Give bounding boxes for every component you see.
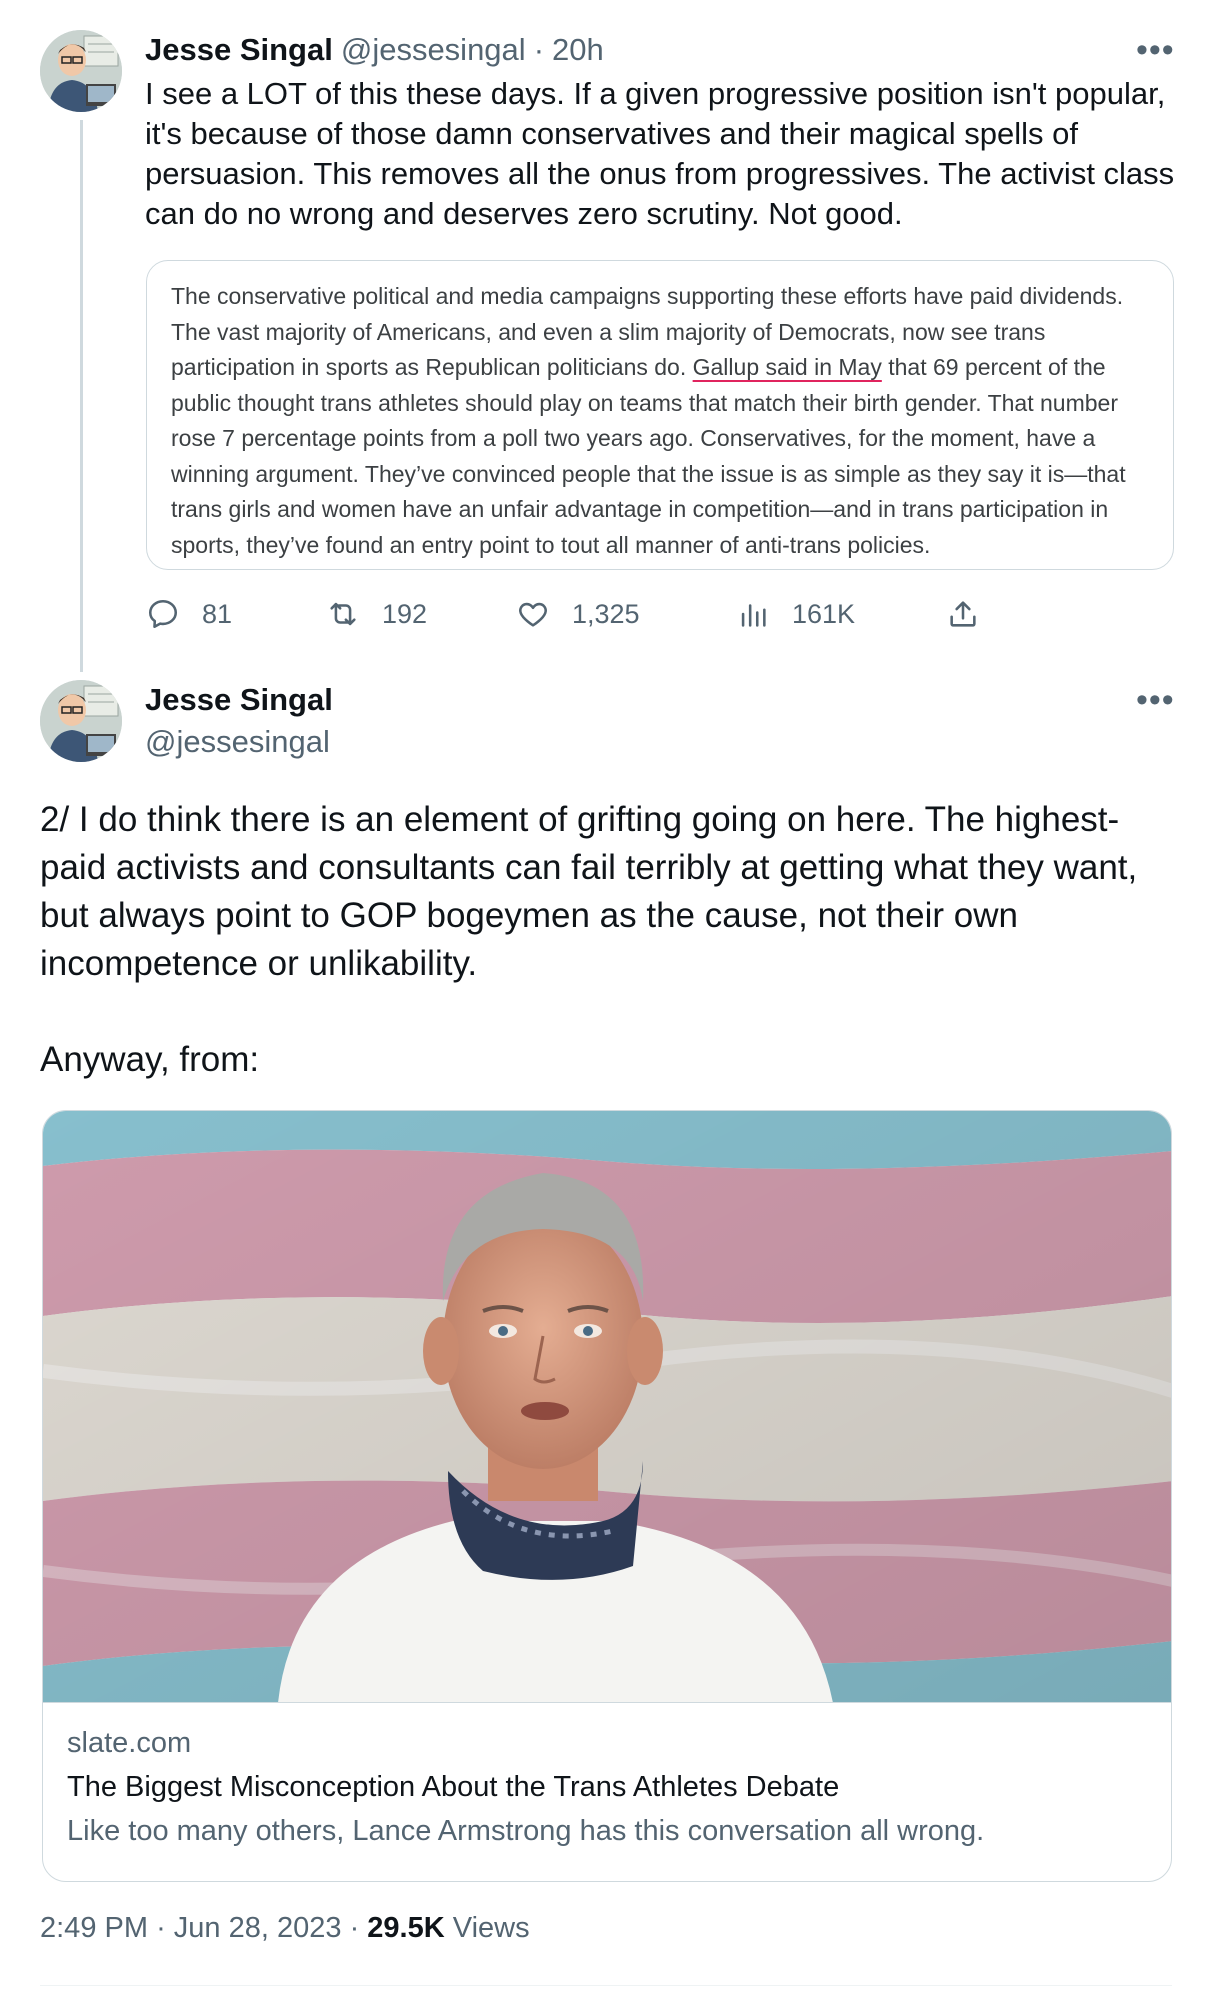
tweet-text: 2/ I do think there is an element of gri… <box>40 800 1138 1079</box>
card-title: The Biggest Misconception About the Tran… <box>67 1771 840 1803</box>
separator-dot: · <box>533 32 545 67</box>
card-meta: slate.com The Biggest Misconception Abou… <box>43 1703 1171 1853</box>
author-name[interactable]: Jesse Singal <box>145 32 333 68</box>
avatar[interactable] <box>40 680 122 762</box>
reply-count: 81 <box>202 598 233 629</box>
views-button[interactable]: 161K <box>736 594 855 634</box>
avatar-illustration <box>40 680 122 762</box>
author-name[interactable]: Jesse Singal <box>145 680 333 720</box>
tweet-timestamp: 2:49 PM · Jun 28, 2023 · 29.5K Views <box>40 1912 530 1945</box>
quoted-image-text: The conservative political and media cam… <box>171 279 1151 563</box>
retweet-button[interactable]: 192 <box>326 594 427 634</box>
separator-dot: · <box>156 1912 166 1944</box>
quote-link-text: Gallup said in May <box>692 354 882 380</box>
card-domain: slate.com <box>67 1727 192 1759</box>
tweet-time[interactable]: 20h <box>552 32 604 68</box>
views-count[interactable]: 29.5K <box>367 1912 444 1944</box>
card-photo <box>43 1111 1171 1702</box>
timestamp-date[interactable]: Jun 28, 2023 <box>174 1912 342 1944</box>
reply-button[interactable]: 81 <box>146 594 232 634</box>
more-icon[interactable]: ••• <box>1136 33 1175 67</box>
like-button[interactable]: 1,325 <box>516 594 640 634</box>
like-count: 1,325 <box>572 598 640 629</box>
retweet-count: 192 <box>382 598 428 629</box>
divider <box>40 1985 1172 1986</box>
tweet-actions: 81 192 1,325 161K <box>146 594 1006 634</box>
more-icon[interactable]: ••• <box>1136 683 1175 717</box>
thread-line <box>80 120 83 672</box>
card-description: Like too many others, Lance Armstrong ha… <box>67 1815 985 1847</box>
tweet-text: I see a LOT of this these days. If a giv… <box>145 76 1175 231</box>
timestamp-time[interactable]: 2:49 PM <box>40 1912 148 1944</box>
views-count: 161K <box>792 598 856 629</box>
quote-text-part: that 69 percent of the public thought tr… <box>171 354 1126 558</box>
views-label: Views <box>452 1912 530 1944</box>
share-icon <box>950 601 976 627</box>
retweet-icon <box>330 602 356 626</box>
tweet1-header: Jesse Singal @jessesingal · 20h <box>145 30 604 70</box>
heart-icon <box>519 602 547 627</box>
share-button[interactable] <box>946 594 980 634</box>
link-card[interactable]: slate.com The Biggest Misconception Abou… <box>42 1110 1172 1882</box>
views-icon <box>741 604 766 627</box>
avatar-illustration <box>40 30 122 112</box>
avatar[interactable] <box>40 30 122 112</box>
reply-icon <box>148 599 178 629</box>
separator-dot: · <box>349 1912 360 1944</box>
author-handle[interactable]: @jessesingal <box>145 722 330 762</box>
author-handle[interactable]: @jessesingal <box>341 32 526 68</box>
quoted-image[interactable]: The conservative political and media cam… <box>146 260 1174 570</box>
card-image <box>43 1111 1171 1703</box>
